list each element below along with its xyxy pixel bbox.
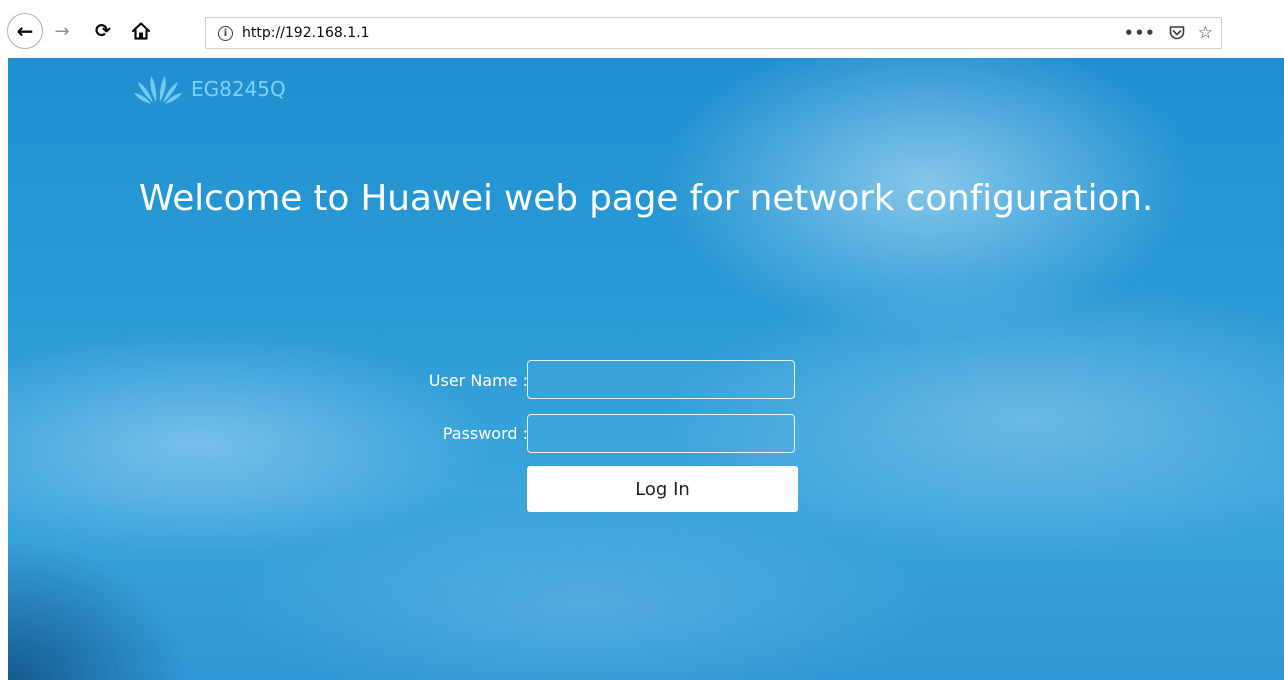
more-icon[interactable]: ••• [1124, 25, 1156, 41]
back-arrow-icon: ← [16, 19, 34, 43]
forward-arrow-icon: → [54, 20, 70, 42]
brand-header: EG8245Q [132, 72, 286, 106]
huawei-logo-icon [134, 76, 182, 104]
reload-icon: ⟳ [95, 20, 111, 42]
router-login-page: EG8245Q Welcome to Huawei web page for n… [8, 58, 1284, 680]
welcome-heading: Welcome to Huawei web page for network c… [138, 178, 1154, 219]
reload-button[interactable]: ⟳ [90, 17, 116, 45]
model-name: EG8245Q [191, 77, 286, 101]
login-button[interactable]: Log In [527, 466, 798, 512]
username-label: User Name : [428, 371, 528, 390]
info-icon[interactable]: i [218, 25, 233, 41]
forward-button[interactable]: → [49, 18, 75, 44]
star-icon[interactable]: ☆ [1198, 24, 1213, 42]
url-text[interactable]: http://192.168.1.1 [242, 25, 370, 41]
pocket-icon[interactable] [1168, 24, 1186, 42]
password-label: Password : [442, 424, 528, 443]
back-button[interactable]: ← [7, 13, 43, 49]
username-input[interactable] [527, 360, 795, 399]
address-bar[interactable]: i http://192.168.1.1 ••• ☆ [205, 17, 1222, 49]
url-actions: ••• ☆ [1124, 18, 1213, 48]
home-button[interactable] [127, 17, 155, 45]
password-input[interactable] [527, 414, 795, 453]
browser-toolbar: ← → ⟳ i http://192.168.1.1 ••• ☆ [0, 0, 1284, 58]
home-icon [131, 22, 151, 40]
